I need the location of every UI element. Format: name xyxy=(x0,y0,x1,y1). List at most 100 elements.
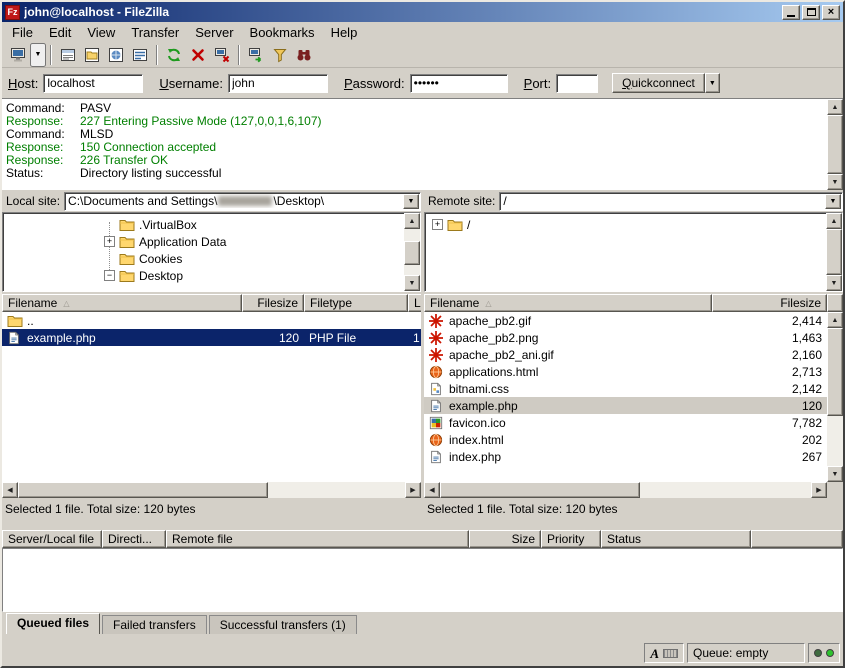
password-input[interactable] xyxy=(410,74,508,93)
column-header-label: Remote file xyxy=(172,532,233,546)
remote-horizontal-scrollbar[interactable]: ◀ ▶ xyxy=(424,482,827,498)
tab-queued-files[interactable]: Queued files xyxy=(6,613,100,634)
find-button[interactable] xyxy=(292,43,316,67)
log-scrollbar[interactable]: ▲ ▼ xyxy=(827,99,843,190)
file-row-applications-html[interactable]: applications.html2,713 xyxy=(424,363,827,380)
scroll-down-button[interactable]: ▼ xyxy=(827,174,843,190)
disconnect-button[interactable] xyxy=(210,43,234,67)
menu-help[interactable]: Help xyxy=(323,23,366,42)
remote-site-label: Remote site: xyxy=(424,194,495,208)
scrollbar-track[interactable] xyxy=(18,482,405,498)
file-row-[interactable]: .. xyxy=(2,312,421,329)
collapse-icon[interactable]: − xyxy=(104,270,115,281)
maximize-button[interactable] xyxy=(802,5,820,20)
column-header-status[interactable]: Status xyxy=(601,530,751,548)
file-row-index-php[interactable]: index.php267 xyxy=(424,448,827,465)
toggle-remote-tree-button[interactable] xyxy=(104,43,128,67)
scroll-left-button[interactable]: ◀ xyxy=(424,482,440,498)
quickconnect-button[interactable]: Quickconnect xyxy=(612,73,705,93)
column-header-size[interactable]: Size xyxy=(469,530,541,548)
tab-successful-transfers-1[interactable]: Successful transfers (1) xyxy=(209,615,357,634)
tree-item-[interactable]: +/ xyxy=(426,216,841,233)
tree-item-virtualbox[interactable]: .VirtualBox xyxy=(4,216,419,233)
tree-item-cookies[interactable]: Cookies xyxy=(4,250,419,267)
column-header-remote-file[interactable]: Remote file xyxy=(166,530,469,548)
tab-failed-transfers[interactable]: Failed transfers xyxy=(102,615,207,634)
menu-file[interactable]: File xyxy=(4,23,41,42)
local-site-dropdown-button[interactable]: ▼ xyxy=(403,194,419,209)
menu-bookmarks[interactable]: Bookmarks xyxy=(242,23,323,42)
menu-server[interactable]: Server xyxy=(187,23,241,42)
local-site-combobox[interactable]: C:\Documents and Settings\\Desktop\ ▼ xyxy=(64,192,421,211)
cancel-button[interactable] xyxy=(186,43,210,67)
file-row-apache-pb2-ani-gif[interactable]: apache_pb2_ani.gif2,160 xyxy=(424,346,827,363)
column-header-filename[interactable]: Filename△ xyxy=(424,294,712,312)
file-row-bitnami-css[interactable]: bitnami.css2,142 xyxy=(424,380,827,397)
scrollbar-thumb[interactable] xyxy=(18,482,268,498)
file-row-favicon-ico[interactable]: favicon.ico7,782 xyxy=(424,414,827,431)
file-row-example-php[interactable]: example.php120 xyxy=(424,397,827,414)
speed-limits-icon[interactable] xyxy=(663,649,678,658)
scrollbar-track[interactable] xyxy=(826,229,842,275)
activity-indicator-panel xyxy=(808,643,840,663)
column-header-server-local-file[interactable]: Server/Local file xyxy=(2,530,102,548)
column-header-directi[interactable]: Directi... xyxy=(102,530,166,548)
username-input[interactable] xyxy=(228,74,328,93)
scrollbar-thumb[interactable] xyxy=(827,328,843,416)
column-header-filesize[interactable]: Filesize xyxy=(242,294,304,312)
remote-list-scrollbar[interactable]: ▲ ▼ xyxy=(827,312,843,482)
expand-icon[interactable]: + xyxy=(104,236,115,247)
menu-edit[interactable]: Edit xyxy=(41,23,79,42)
remote-site-path: / xyxy=(503,194,825,208)
expand-icon[interactable]: + xyxy=(432,219,443,230)
port-input[interactable] xyxy=(556,74,598,93)
scroll-down-button[interactable]: ▼ xyxy=(827,466,843,482)
scroll-left-button[interactable]: ◀ xyxy=(2,482,18,498)
refresh-button[interactable] xyxy=(162,43,186,67)
host-input[interactable] xyxy=(43,74,143,93)
transfer-type-indicator-icon[interactable]: A xyxy=(650,647,659,660)
tree-item-desktop[interactable]: −Desktop xyxy=(4,267,419,284)
column-header-last-modified[interactable]: Last modified xyxy=(408,294,421,312)
file-row-example-php[interactable]: example.php120PHP File1 xyxy=(2,329,421,346)
scrollbar-track[interactable] xyxy=(827,115,843,174)
folder-icon xyxy=(119,252,135,266)
quickconnect-dropdown-button[interactable]: ▼ xyxy=(705,73,720,93)
remote-site-dropdown-button[interactable]: ▼ xyxy=(825,194,841,209)
column-header-filename[interactable]: Filename△ xyxy=(2,294,242,312)
scroll-right-button[interactable]: ▶ xyxy=(405,482,421,498)
file-row-apache-pb2-gif[interactable]: apache_pb2.gif2,414 xyxy=(424,312,827,329)
toggle-message-log-button[interactable] xyxy=(56,43,80,67)
scrollbar-thumb[interactable] xyxy=(440,482,640,498)
scroll-right-button[interactable]: ▶ xyxy=(811,482,827,498)
file-row-apache-pb2-png[interactable]: apache_pb2.png1,463 xyxy=(424,329,827,346)
file-cell-filename: applications.html xyxy=(424,363,712,380)
scrollbar-track[interactable] xyxy=(827,328,843,466)
toggle-queue-button[interactable] xyxy=(128,43,152,67)
remote-site-combobox[interactable]: / ▼ xyxy=(499,192,843,211)
reconnect-button[interactable] xyxy=(244,43,268,67)
menu-view[interactable]: View xyxy=(79,23,123,42)
scroll-down-button[interactable]: ▼ xyxy=(826,275,842,291)
php-icon xyxy=(429,399,445,413)
scrollbar-thumb[interactable] xyxy=(827,115,843,174)
file-row-index-html[interactable]: index.html202 xyxy=(424,431,827,448)
close-button[interactable]: × xyxy=(822,5,840,20)
minimize-button[interactable] xyxy=(782,5,800,20)
scroll-up-button[interactable]: ▲ xyxy=(827,312,843,328)
site-manager-dropdown-button[interactable]: ▼ xyxy=(30,43,46,67)
column-header-filesize[interactable]: Filesize xyxy=(712,294,827,312)
menu-transfer[interactable]: Transfer xyxy=(123,23,187,42)
scrollbar-thumb[interactable] xyxy=(826,229,842,275)
queue-list[interactable] xyxy=(2,548,843,612)
file-size: 7,782 xyxy=(792,416,822,430)
scroll-up-button[interactable]: ▲ xyxy=(827,99,843,115)
tree-item-application-data[interactable]: +Application Data xyxy=(4,233,419,250)
column-header-filetype[interactable]: Filetype xyxy=(304,294,408,312)
column-header-priority[interactable]: Priority xyxy=(541,530,601,548)
site-manager-button[interactable] xyxy=(6,43,30,67)
toggle-local-tree-button[interactable] xyxy=(80,43,104,67)
local-horizontal-scrollbar[interactable]: ◀ ▶ xyxy=(2,482,421,498)
filter-button[interactable] xyxy=(268,43,292,67)
scrollbar-track[interactable] xyxy=(440,482,811,498)
